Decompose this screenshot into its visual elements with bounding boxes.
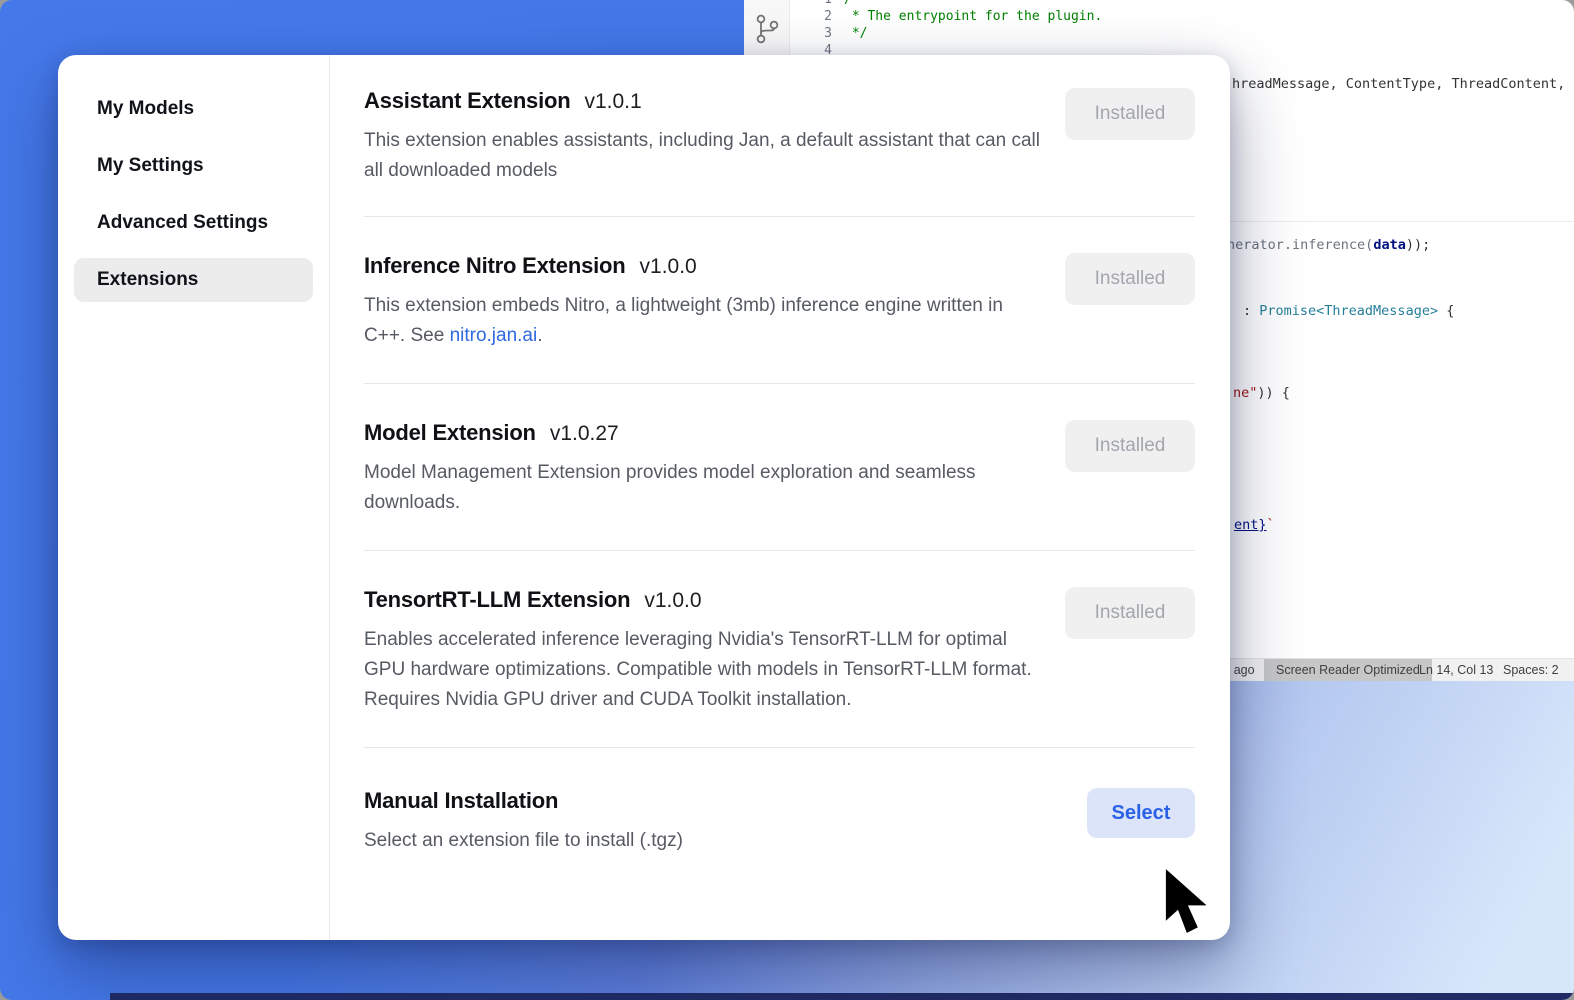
status-cursor-position[interactable]: Ln 14, Col 13 xyxy=(1419,659,1493,681)
status-screen-reader-badge[interactable]: Screen Reader Optimized xyxy=(1264,659,1432,681)
code-comment-block[interactable]: /** * The entrypoint for the plugin. */ xyxy=(844,0,1102,42)
sidebar-item-my-settings[interactable]: My Settings xyxy=(74,144,313,188)
extension-description: This extension embeds Nitro, a lightweig… xyxy=(364,291,1044,351)
extension-row-tensorrt: TensortRT-LLM Extension v1.0.0 Enables a… xyxy=(364,551,1195,748)
code-inference-line: nerator.inference(data)); xyxy=(1227,237,1430,254)
select-button[interactable]: Select xyxy=(1087,788,1195,838)
installed-button: Installed xyxy=(1065,88,1195,140)
mouse-cursor xyxy=(1160,868,1218,934)
code-condition-line: ne")) { xyxy=(1233,385,1290,402)
extension-name: Assistant Extension xyxy=(364,88,570,114)
status-indentation[interactable]: Spaces: 2 xyxy=(1503,659,1559,681)
extension-version: v1.0.0 xyxy=(644,589,701,613)
code-import-line: hreadMessage, ContentType, ThreadContent… xyxy=(1232,76,1574,93)
extension-name: TensortRT-LLM Extension xyxy=(364,587,630,613)
manual-installation-description: Select an extension file to install (.tg… xyxy=(364,826,683,856)
extension-row-model: Model Extension v1.0.27 Model Management… xyxy=(364,384,1195,551)
installed-button: Installed xyxy=(1065,420,1195,472)
settings-sidebar: My Models My Settings Advanced Settings … xyxy=(58,55,330,940)
sidebar-item-extensions[interactable]: Extensions xyxy=(74,258,313,302)
line-number: 2 xyxy=(790,8,832,25)
installed-button: Installed xyxy=(1065,587,1195,639)
extensions-panel: Assistant Extension v1.0.1 This extensio… xyxy=(330,55,1230,940)
extension-name: Inference Nitro Extension xyxy=(364,253,626,279)
extension-version: v1.0.0 xyxy=(640,255,697,279)
manual-installation-title: Manual Installation xyxy=(364,788,558,814)
background-bottom-strip xyxy=(110,993,1574,1000)
line-number: 1 xyxy=(790,0,832,8)
installed-button: Installed xyxy=(1065,253,1195,305)
code-promise-line: : Promise<ThreadMessage> { xyxy=(1243,303,1454,320)
extension-version: v1.0.1 xyxy=(584,90,641,114)
extension-version: v1.0.27 xyxy=(550,422,619,446)
extension-description: This extension enables assistants, inclu… xyxy=(364,126,1044,186)
nitro-jan-ai-link[interactable]: nitro.jan.ai xyxy=(450,325,538,346)
extension-description: Enables accelerated inference leveraging… xyxy=(364,625,1044,715)
editor-divider-line xyxy=(1184,221,1574,222)
extension-row-nitro: Inference Nitro Extension v1.0.0 This ex… xyxy=(364,217,1195,384)
sidebar-item-my-models[interactable]: My Models xyxy=(74,87,313,131)
extension-description: Model Management Extension provides mode… xyxy=(364,458,1044,518)
line-number: 3 xyxy=(790,25,832,42)
git-branch-icon[interactable] xyxy=(753,9,781,49)
line-number-gutter: 1 2 3 4 xyxy=(790,0,832,59)
settings-modal: My Models My Settings Advanced Settings … xyxy=(58,55,1230,940)
manual-installation-row: Manual Installation Select an extension … xyxy=(364,748,1195,856)
screen: 1 2 3 4 /** * The entrypoint for the plu… xyxy=(0,0,1574,1000)
code-template-line: ent}` xyxy=(1234,517,1275,534)
sidebar-item-advanced-settings[interactable]: Advanced Settings xyxy=(74,201,313,245)
extension-name: Model Extension xyxy=(364,420,536,446)
extension-row-assistant: Assistant Extension v1.0.1 This extensio… xyxy=(364,55,1195,217)
